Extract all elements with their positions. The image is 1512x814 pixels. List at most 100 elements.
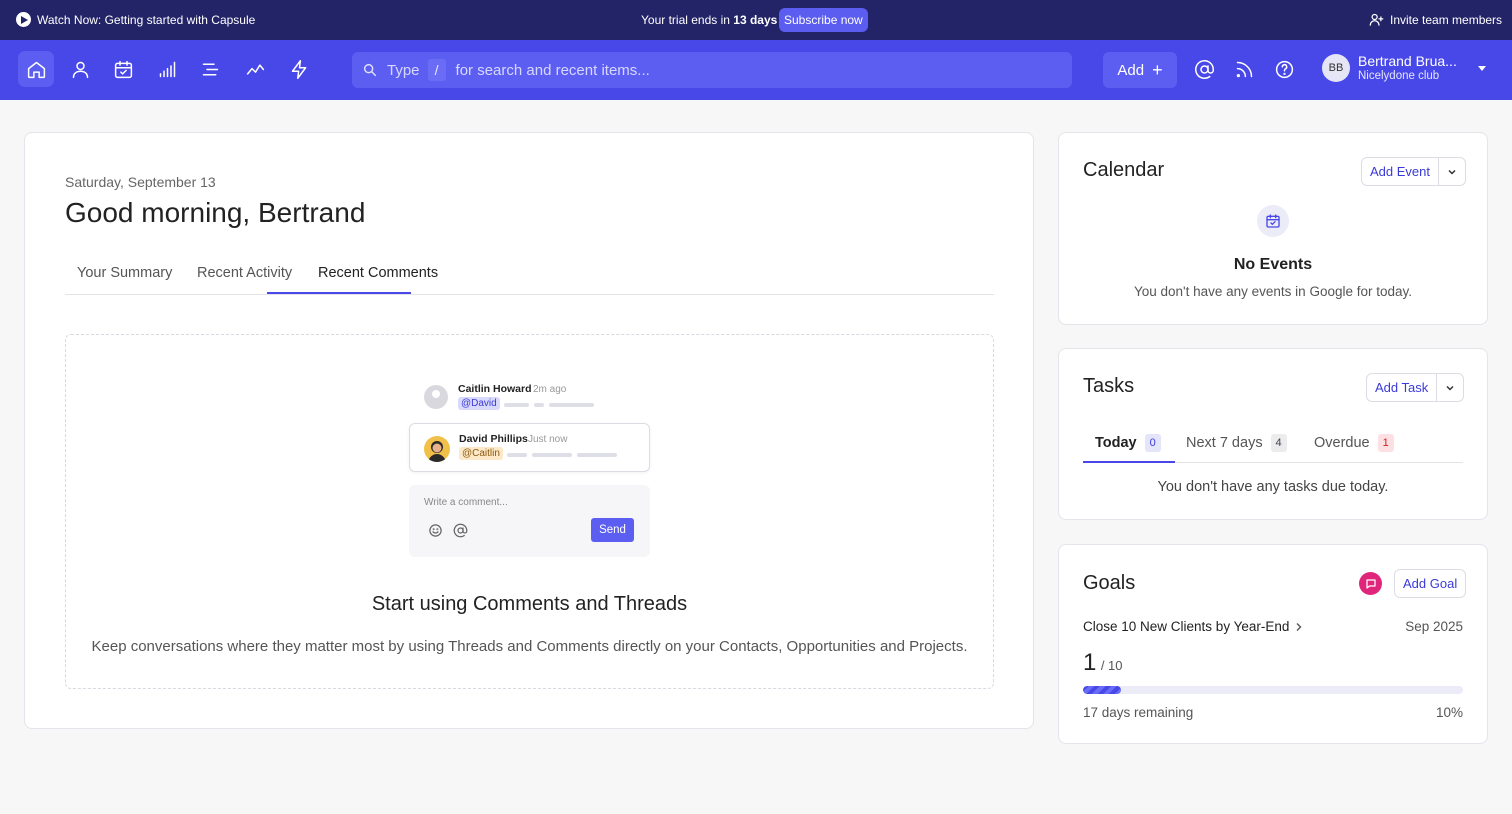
search-shortcut-key: / [427,59,446,81]
subscribe-button[interactable]: Subscribe now [779,8,868,32]
search-placeholder-rest: for search and recent items... [455,61,650,79]
add-goal-button[interactable]: Add Goal [1394,569,1467,598]
avatar [424,385,448,409]
chevron-down-icon [1448,169,1456,175]
task-tabs: Today 0 Next 7 days 4 Overdue 1 [1083,423,1463,463]
tab-recent-activity[interactable]: Recent Activity [197,265,292,281]
help-icon [1275,60,1293,78]
mentions-button[interactable] [1186,51,1222,87]
trial-days: 13 days [733,13,778,27]
add-task-split-button: Add Task [1366,373,1465,402]
nav-pipeline[interactable] [149,51,185,87]
count-badge: 1 [1377,434,1394,452]
nav-contacts[interactable] [62,51,98,87]
comments-empty-state: Caitlin Howard 2m ago @David David Phill… [65,334,994,689]
add-user-icon [1369,13,1384,26]
comment-mention: @David [458,397,500,410]
count-badge: 0 [1144,434,1161,452]
active-tab-indicator [267,292,411,294]
trial-notice: Your trial ends in 13 days [641,13,777,27]
nav-calendar[interactable] [105,51,141,87]
projects-icon [202,63,218,75]
comment-author: David Phillips [459,433,528,445]
add-task-button[interactable]: Add Task [1367,374,1438,401]
goal-target: / 10 [1100,658,1123,673]
calendar-empty-icon [1257,205,1289,237]
search-bar[interactable]: Type / for search and recent items... [352,52,1072,88]
add-event-split-button: Add Event [1361,157,1466,186]
tab-label: Next 7 days [1186,435,1263,451]
goal-remaining: 17 days remaining [1083,705,1194,720]
tab-today[interactable]: Today 0 [1095,434,1161,452]
home-icon [27,61,45,78]
goal-progress-bar [1083,686,1463,694]
goal-link[interactable]: Close 10 New Clients by Year-End [1083,619,1303,634]
comment-placeholder: Write a comment... [424,497,508,508]
add-event-options-button[interactable] [1439,167,1465,177]
home-tabs: Your Summary Recent Activity Recent Comm… [65,253,994,295]
at-sign-icon [1194,59,1214,79]
chevron-down-icon [1446,385,1454,391]
tab-next-7-days[interactable]: Next 7 days 4 [1186,434,1287,452]
send-button-illustration: Send [591,518,634,542]
nav-projects[interactable] [192,51,228,87]
help-button[interactable] [1266,51,1302,87]
play-icon [16,12,31,27]
user-menu[interactable]: BB Bertrand Brua... Nicelydone club [1322,53,1487,83]
goals-title: Goals [1083,572,1136,594]
tasks-title: Tasks [1083,375,1135,397]
placeholder-line [534,403,544,407]
no-tasks-description: You don't have any tasks due today. [1157,479,1389,495]
search-placeholder-lead: Type [387,61,420,79]
nav-reports[interactable] [237,51,273,87]
calendar-icon [1266,214,1280,228]
rss-icon [1236,61,1252,77]
add-task-options-button[interactable] [1437,383,1463,393]
placeholder-line [549,403,594,407]
add-event-button[interactable]: Add Event [1362,158,1439,185]
feed-button[interactable] [1226,51,1262,87]
tab-label: Overdue [1314,435,1370,451]
tab-overdue[interactable]: Overdue 1 [1314,434,1394,452]
message-icon [1365,578,1376,589]
goal-date: Sep 2025 [1405,619,1463,634]
goal-feedback-button[interactable] [1359,572,1382,595]
top-banner: Watch Now: Getting started with Capsule … [0,0,1512,40]
at-sign-icon [453,523,468,538]
user-name: Bertrand Brua... [1358,53,1457,69]
nav-home[interactable] [18,51,54,87]
tab-label: Today [1095,435,1137,451]
workflow-icon [291,59,306,79]
tab-recent-comments[interactable]: Recent Comments [318,265,438,281]
empty-state-description: Keep conversations where they matter mos… [91,638,968,655]
illustration-comment-input: Write a comment... Send [409,485,650,557]
illustration-comment-2: David Phillips Just now @Caitlin [409,423,650,472]
empty-state-title: Start using Comments and Threads [371,593,688,615]
main-nav: Type / for search and recent items... Ad… [0,40,1512,100]
calendar-title: Calendar [1083,159,1165,181]
invite-label: Invite team members [1390,12,1503,27]
comment-time: Just now [528,434,568,445]
chevron-right-icon [1296,622,1302,631]
goal-count: 1 / 10 [1083,649,1123,677]
tab-your-summary[interactable]: Your Summary [77,265,172,281]
nav-workflow[interactable] [281,51,317,87]
add-button[interactable]: Add + [1103,52,1177,88]
plus-icon: + [1152,59,1163,80]
calendar-icon [114,60,132,78]
user-org: Nicelydone club [1358,70,1440,82]
placeholder-line [532,453,572,457]
home-panel: Saturday, September 13 Good morning, Ber… [24,132,1034,729]
tasks-panel: Tasks Add Task Today 0 Next 7 days 4 Ove… [1058,348,1488,520]
watch-now-label: Watch Now: Getting started with Capsule [37,12,256,27]
invite-team-button[interactable]: Invite team members [1369,12,1502,27]
comment-time: 2m ago [533,384,567,395]
goal-name: Close 10 New Clients by Year-End [1083,619,1290,634]
watch-now-link[interactable]: Watch Now: Getting started with Capsule [16,12,255,27]
comment-author: Caitlin Howard [458,383,532,395]
goal-current: 1 [1083,649,1097,676]
user-info: Bertrand Brua... Nicelydone club [1358,53,1457,83]
comment-mention: @Caitlin [459,447,503,460]
goals-panel: Goals Add Goal Close 10 New Clients by Y… [1058,544,1488,744]
add-label: Add [1117,61,1145,79]
